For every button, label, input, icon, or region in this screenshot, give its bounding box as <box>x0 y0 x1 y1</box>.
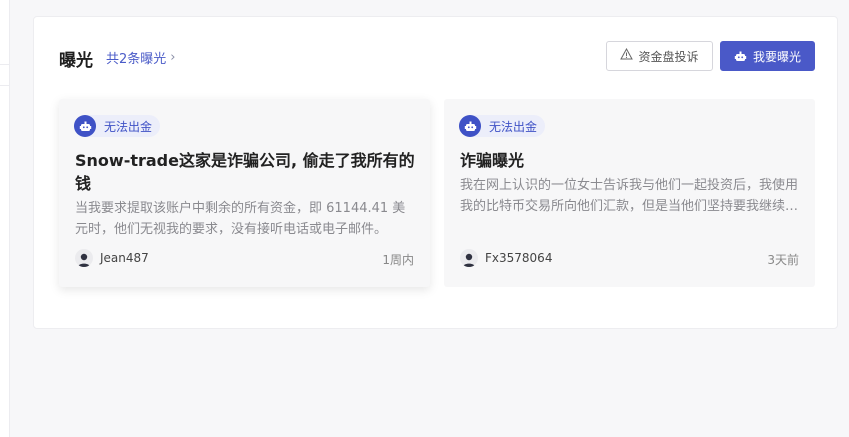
warning-icon <box>620 47 634 64</box>
status-tag: 无法出金 <box>74 115 161 137</box>
author-name: Jean487 <box>100 251 149 265</box>
expose-button[interactable]: 我要曝光 <box>720 41 815 71</box>
card-title[interactable]: Snow-trade这家是诈骗公司, 偷走了我所有的钱 <box>75 149 415 195</box>
card-title[interactable]: 诈骗曝光 <box>460 149 800 172</box>
avatar <box>75 249 93 267</box>
panel-title: 曝光 <box>59 51 93 71</box>
card-description: 我在网上认识的一位女士告诉我与他们一起投资后，我使用我的比特币交易所向他们汇款，… <box>460 178 799 214</box>
complaint-button-label: 资金盘投诉 <box>638 49 699 64</box>
exposure-panel: 曝光 共2条曝光 › 资金盘投诉 我要曝光 无法出金 Snow-trade这家是… <box>33 16 838 329</box>
status-tag-label: 无法出金 <box>104 119 153 134</box>
left-rail-divider <box>0 64 9 86</box>
expose-button-label: 我要曝光 <box>752 49 801 64</box>
robot-icon <box>734 49 748 63</box>
card-author[interactable]: Fx3578064 <box>460 249 552 267</box>
left-rail <box>0 0 10 437</box>
robot-icon <box>459 115 481 137</box>
exposure-card[interactable]: 无法出金 诈骗曝光 我在网上认识的一位女士告诉我与他们一起投资后，我使用我的比特… <box>444 99 815 287</box>
card-timestamp: 1周内 <box>382 253 414 267</box>
status-tag-label: 无法出金 <box>489 119 538 134</box>
exposure-card[interactable]: 无法出金 Snow-trade这家是诈骗公司, 偷走了我所有的钱 当我要求提取该… <box>59 99 430 287</box>
card-timestamp: 3天前 <box>767 253 799 267</box>
card-description: 当我要求提取该账户中剩余的所有资金，即 61144.41 美元时，他们无视我的要… <box>75 201 406 237</box>
robot-icon <box>74 115 96 137</box>
card-author[interactable]: Jean487 <box>75 249 149 267</box>
total-exposures-link[interactable]: 共2条曝光 › <box>106 48 175 67</box>
total-exposures-label: 共2条曝光 <box>106 52 167 67</box>
avatar <box>460 249 478 267</box>
author-name: Fx3578064 <box>485 251 553 265</box>
status-tag: 无法出金 <box>459 115 546 137</box>
complaint-button[interactable]: 资金盘投诉 <box>606 41 713 71</box>
chevron-right-icon: › <box>170 50 176 65</box>
